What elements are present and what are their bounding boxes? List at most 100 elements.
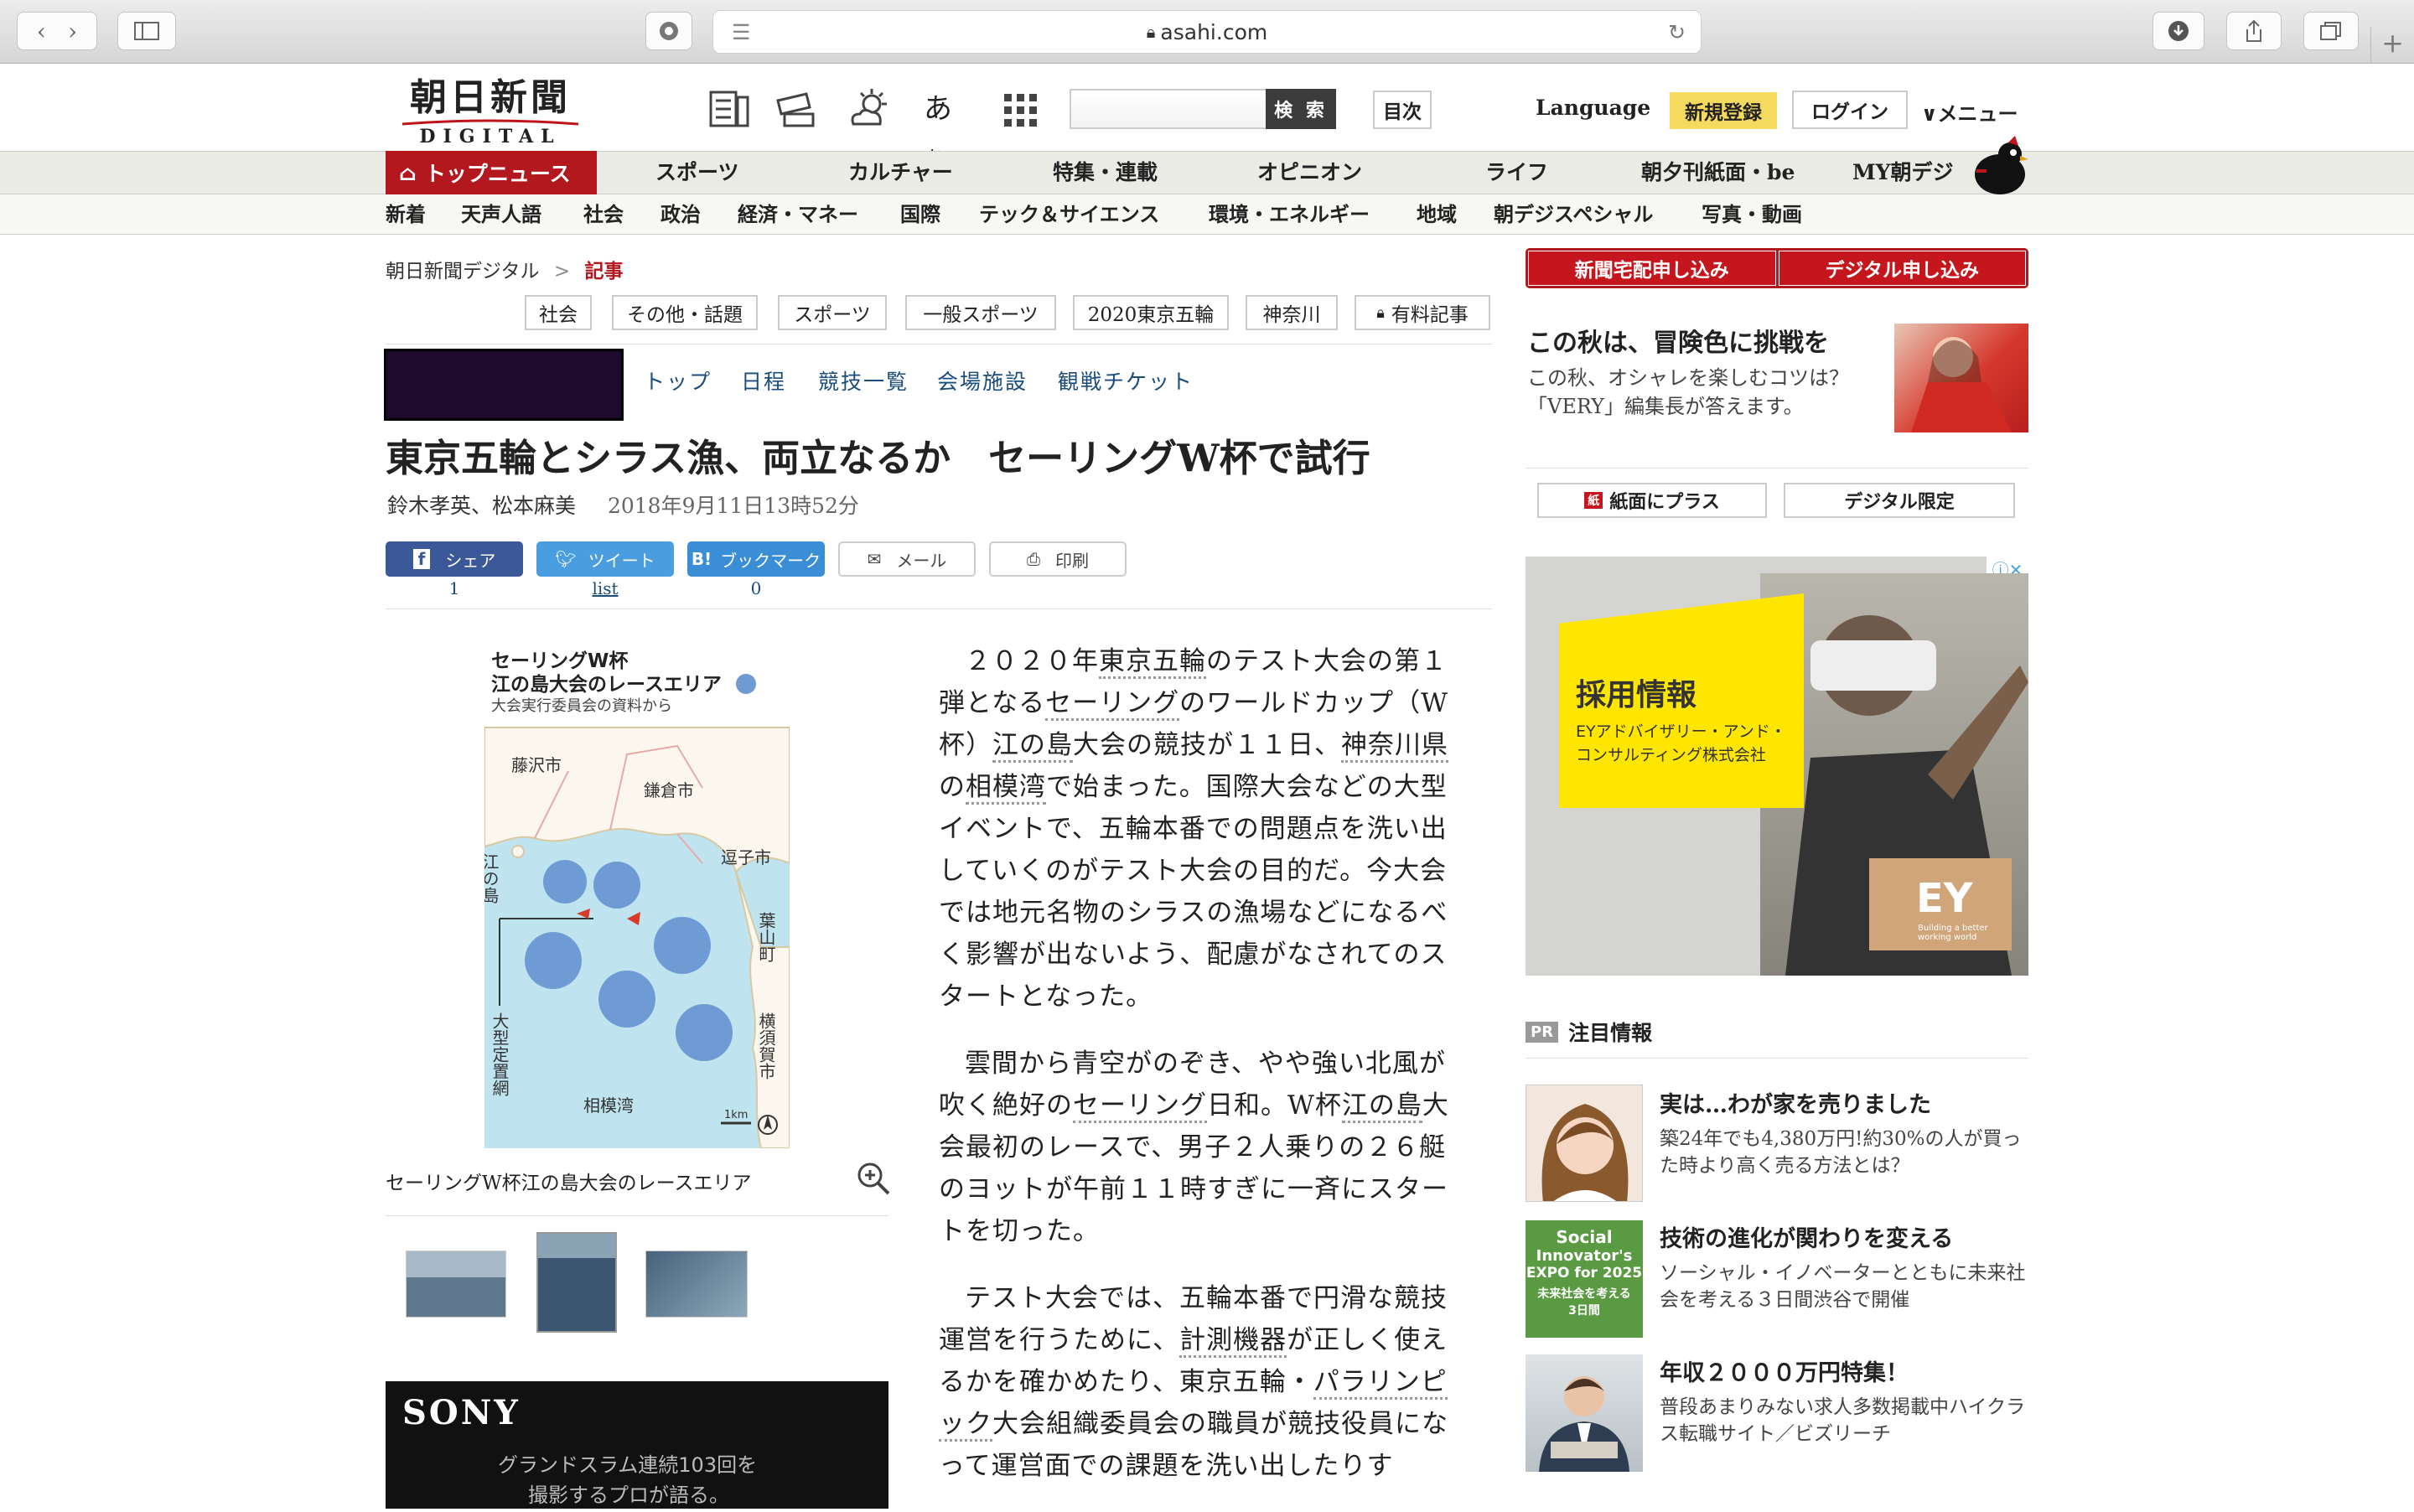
keyword-link[interactable]: セーリング [1073,1090,1207,1123]
nav-item-life[interactable]: ライフ [1485,151,1548,194]
paper-subscribe-button[interactable]: 新聞宅配申し込み [1528,251,1776,286]
pr-item-2[interactable]: 技術の進化が関わりを変える ソーシャル・イノベーターとともに未来社会を考える３日… [1660,1220,2028,1313]
promo-description: この秋、オシャレを楽しむコツは？ 「VERY」編集長が答えます。 [1527,366,1869,418]
address-bar[interactable]: ☰ 🔒︎ asahi.com ↻ [712,10,1702,54]
search-button[interactable]: 検 索 [1266,89,1336,129]
keyword-link[interactable]: 江の島 [1341,1090,1422,1123]
tag-tokyo2020[interactable]: 2020東京五輪 [1073,295,1229,330]
nav-sub-latest[interactable]: 新着 [386,194,426,235]
reader-icon[interactable]: ☰ [732,20,750,44]
nav-item-top-news[interactable]: ⌂ トップニュース [386,151,597,194]
nav-item-paper[interactable]: 朝夕刊紙面・be [1641,151,1795,194]
mail-button[interactable]: ✉ メール [838,541,976,577]
tabs-icon[interactable] [2303,12,2359,50]
site-logo[interactable]: 朝日新聞 DIGITAL [394,76,587,148]
promo-title[interactable]: この秋は、冒険色に挑戦を [1527,322,1829,359]
nav-sub-politics[interactable]: 政治 [660,194,701,235]
back-icon[interactable]: ‹ [37,18,46,45]
font-size-icon[interactable]: ああ [924,85,971,170]
extension-icon[interactable] [645,12,692,50]
share-icon[interactable] [2226,12,2282,50]
pr-item-title[interactable]: 技術の進化が関わりを変える [1660,1220,2028,1253]
figure-caption: セーリングW杯江の島大会のレースエリア [386,1173,752,1194]
tag-sports[interactable]: スポーツ [778,295,887,330]
menu-button[interactable]: ∨メニュー [1921,97,2018,127]
zoom-in-icon[interactable] [855,1160,892,1197]
nav-item-sports[interactable]: スポーツ [655,151,739,194]
digital-limited-button[interactable]: デジタル限定 [1784,483,2015,518]
logo-main: 朝日新聞 [410,76,571,119]
photo-thumbnail[interactable] [406,1251,506,1318]
nav-item-features[interactable]: 特集・連載 [1053,151,1158,194]
weather-icon[interactable] [847,85,894,132]
pr-thumb-2[interactable]: Social Innovator's EXPO for 2025 未来社会を考え… [1526,1220,1643,1338]
pr-thumb-1[interactable] [1526,1085,1643,1202]
reload-icon[interactable]: ↻ [1668,20,1686,44]
tag-kanagawa[interactable]: 神奈川 [1246,295,1338,330]
sidebar-toggle-icon[interactable] [117,12,176,50]
tag-paid[interactable]: 🔒︎ 有料記事 [1355,295,1490,330]
camera-icon[interactable] [773,85,820,132]
breadcrumb-home[interactable]: 朝日新聞デジタル [386,261,540,282]
twitter-list-link[interactable]: list [536,578,674,598]
bookmark-button[interactable]: B! ブックマーク [687,541,825,577]
keyword-link[interactable]: 東京五輪 [1099,646,1206,679]
article-date: 2018年9月11日13時52分 [607,494,859,518]
pr-item-title[interactable]: 年収２０００万円特集！ [1660,1354,2028,1387]
nav-sub-tech[interactable]: テック＆サイエンス [979,194,1159,235]
nav-sub-economy[interactable]: 経済・マネー [738,194,858,235]
photo-thumbnail[interactable] [645,1251,748,1318]
keyword-link[interactable]: セーリング [1045,688,1180,721]
keyword-link[interactable]: 計測機器 [1179,1325,1287,1358]
language-link[interactable]: Language [1536,96,1650,120]
tag-society[interactable]: 社会 [525,295,592,330]
mascot-icon[interactable] [1971,136,2028,196]
pr-thumb-3[interactable] [1526,1354,1643,1472]
nav-sub-photo[interactable]: 写真・動画 [1702,194,1802,235]
pr-heading: 注目情報 [1568,1021,1653,1045]
sony-ad[interactable]: SONY グランドスラム連続103回を 撮影するプロが語る。 [386,1381,888,1509]
print-button[interactable]: ⎙ 印刷 [989,541,1127,577]
section-nav-top[interactable]: トップ [644,365,712,396]
pr-item-3[interactable]: 年収２０００万円特集！ 普段あまりみない求人多数掲載中ハイクラス転職サイト／ビズ… [1660,1354,2028,1447]
twitter-share-button[interactable]: 🐦︎ ツイート [536,541,674,577]
newspaper-icon[interactable] [706,85,753,132]
new-tab-icon[interactable]: + [2370,27,2414,64]
promo-image[interactable] [1894,324,2028,432]
nav-item-culture[interactable]: カルチャー [848,151,953,194]
section-nav-events[interactable]: 競技一覧 [818,365,909,396]
race-area-map[interactable]: セーリングW杯 江の島大会のレースエリア 大会実行委員会の資料から 藤沢市 鎌倉… [479,645,790,1149]
section-nav-schedule[interactable]: 日程 [741,365,786,396]
forward-icon[interactable]: › [68,18,77,45]
apps-grid-icon[interactable] [997,85,1044,132]
nav-item-opinion[interactable]: オピニオン [1257,151,1362,194]
section-nav-tickets[interactable]: 観戦チケット [1058,365,1194,396]
pr-item-1[interactable]: 実は…わが家を売りました 築24年でも4,380万円!約30%の人が買った時より… [1660,1086,2028,1179]
nav-sub-international[interactable]: 国際 [900,194,940,235]
index-button[interactable]: 目次 [1373,91,1432,129]
downloads-icon[interactable] [2152,12,2204,50]
ey-ad[interactable]: ⓘ✕ 採用情報 EYアドバイザリー・アンド・ コンサルティング株式会社 EY B… [1526,557,2028,976]
paper-plus-button[interactable]: 紙紙面にプラス [1537,483,1767,518]
keyword-link[interactable]: 相模湾 [966,772,1046,805]
photo-thumbnail[interactable] [536,1232,617,1333]
tag-other[interactable]: その他・話題 [612,295,758,330]
nav-sub-region[interactable]: 地域 [1417,194,1457,235]
nav-sub-tenseijingo[interactable]: 天声人語 [461,194,541,235]
keyword-link[interactable]: 神奈川県 [1341,730,1448,763]
nav-sub-environment[interactable]: 環境・エネルギー [1209,194,1370,235]
nav-sub-society[interactable]: 社会 [583,194,624,235]
tag-general-sports[interactable]: 一般スポーツ [905,295,1056,330]
keyword-link[interactable]: 江の島 [992,730,1073,763]
register-button[interactable]: 新規登録 [1670,92,1777,129]
nav-item-my[interactable]: MY朝デジ [1852,151,1954,194]
subscribe-buttons: 新聞宅配申し込み デジタル申し込み [1526,248,2028,288]
section-nav-venues[interactable]: 会場施設 [937,365,1028,396]
digital-subscribe-button[interactable]: デジタル申し込み [1778,251,2026,286]
login-button[interactable]: ログイン [1792,91,1908,129]
back-forward-buttons[interactable]: ‹ › [17,12,97,50]
nav-sub-special[interactable]: 朝デジスペシャル [1494,194,1653,235]
facebook-share-button[interactable]: f シェア [386,541,523,577]
pr-item-title[interactable]: 実は…わが家を売りました [1660,1086,2028,1119]
search-input[interactable] [1070,89,1266,129]
